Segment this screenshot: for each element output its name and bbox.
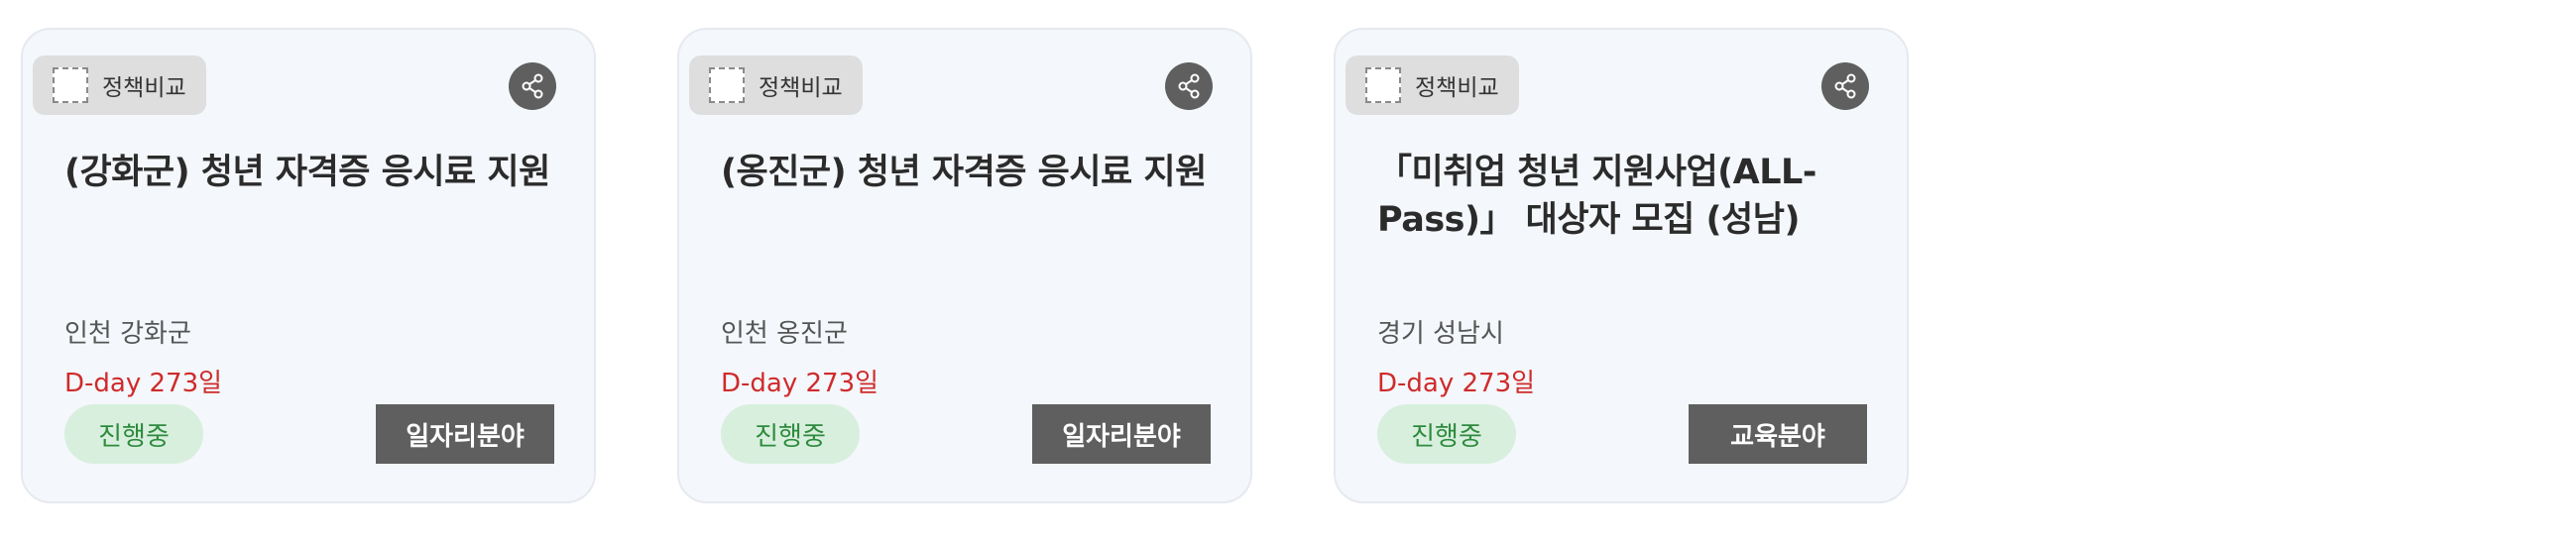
policy-card[interactable]: 정책비교 「미취업 청년 지원사업(ALL-Pass)」 대상자 모집 (성남)… [1334,28,1909,503]
policy-field-button[interactable]: 일자리분야 [1032,404,1211,464]
policy-card-list: 정책비교 (강화군) 청년 자격증 응시료 지원 인천 강화군 D-day 27… [21,28,1909,503]
policy-field-button[interactable]: 교육분야 [1689,404,1867,464]
compare-checkbox[interactable] [1365,67,1401,103]
share-icon [522,73,543,99]
policy-compare-toggle[interactable]: 정책비교 [33,55,206,115]
policy-region: 인천 옹진군 [721,319,848,349]
compare-label: 정책비교 [1415,75,1499,101]
policy-card[interactable]: 정책비교 (옹진군) 청년 자격증 응시료 지원 인천 옹진군 D-day 27… [677,28,1252,503]
policy-card[interactable]: 정책비교 (강화군) 청년 자격증 응시료 지원 인천 강화군 D-day 27… [21,28,596,503]
policy-dday: D-day 273일 [1377,369,1536,398]
share-button[interactable] [1821,62,1869,110]
policy-compare-toggle[interactable]: 정책비교 [1346,55,1519,115]
status-badge: 진행중 [721,404,860,464]
policy-dday: D-day 273일 [64,369,223,398]
share-icon [1834,73,1856,99]
share-button[interactable] [509,62,556,110]
compare-checkbox[interactable] [53,67,88,103]
policy-field-button[interactable]: 일자리분야 [376,404,554,464]
compare-label: 정책비교 [102,75,186,101]
policy-title[interactable]: (강화군) 청년 자격증 응시료 지원 [64,149,558,196]
policy-title[interactable]: 「미취업 청년 지원사업(ALL-Pass)」 대상자 모집 (성남) [1377,149,1871,244]
policy-title[interactable]: (옹진군) 청년 자격증 응시료 지원 [721,149,1215,196]
compare-label: 정책비교 [759,75,843,101]
policy-compare-toggle[interactable]: 정책비교 [689,55,863,115]
share-icon [1178,73,1200,99]
status-badge: 진행중 [1377,404,1516,464]
policy-region: 경기 성남시 [1377,319,1504,349]
compare-checkbox[interactable] [709,67,745,103]
policy-dday: D-day 273일 [721,369,879,398]
share-button[interactable] [1165,62,1213,110]
status-badge: 진행중 [64,404,203,464]
policy-region: 인천 강화군 [64,319,191,349]
